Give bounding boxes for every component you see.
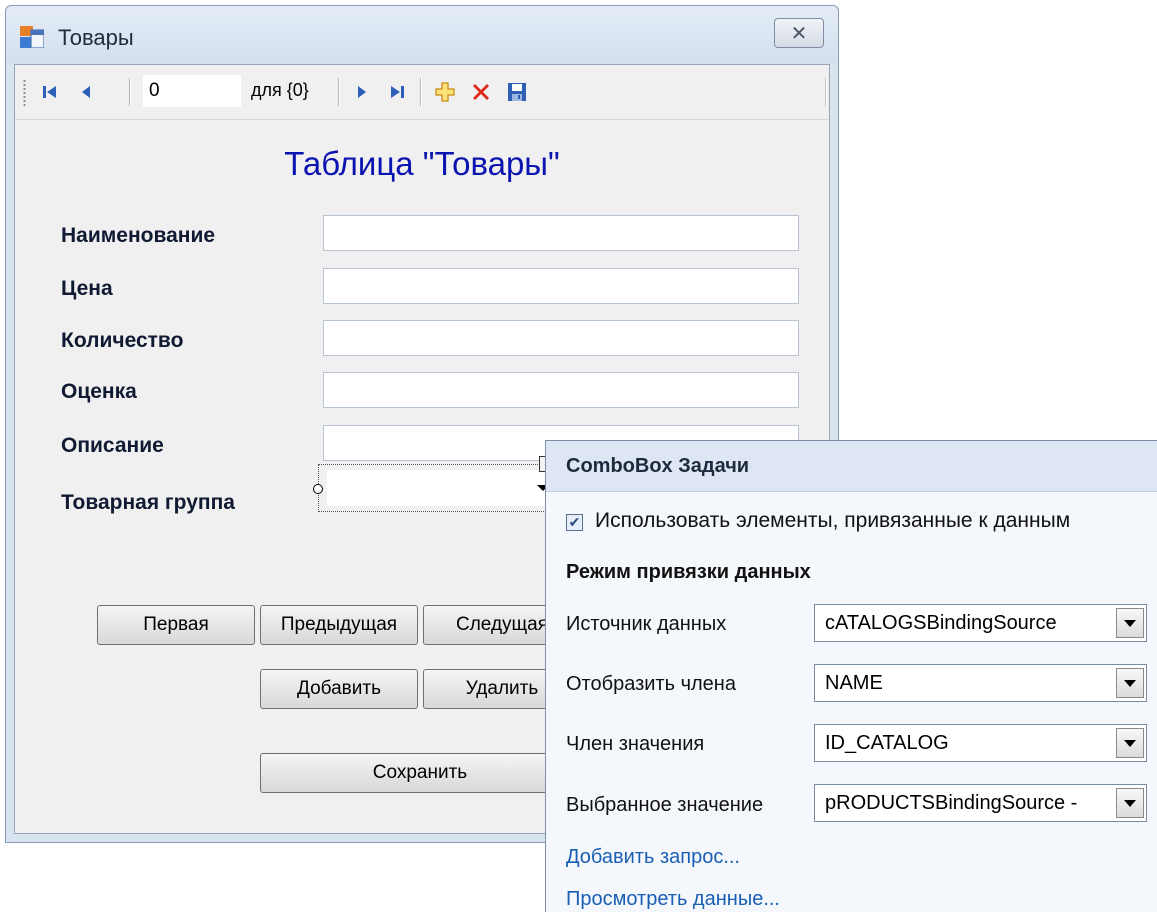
move-last-icon <box>391 86 404 98</box>
chevron-down-icon[interactable] <box>1116 668 1144 698</box>
data-source-value: cATALOGSBindingSource <box>825 612 1057 634</box>
window-title: Товары <box>58 25 134 50</box>
value-member-value: ID_CATALOG <box>825 732 949 754</box>
combobox-tasks-panel: ComboBox Задачи ✔ Использовать элементы,… <box>545 440 1157 912</box>
rating-input[interactable] <box>323 372 799 408</box>
rating-label: Оценка <box>61 380 137 403</box>
title-bar[interactable]: Товары ✕ <box>6 6 838 64</box>
move-next-icon <box>358 86 366 98</box>
selected-value-label: Выбранное значение <box>566 794 764 816</box>
toolstrip-edge <box>825 78 827 106</box>
move-first-button[interactable] <box>37 78 63 106</box>
value-member-select[interactable]: ID_CATALOG <box>814 724 1147 762</box>
panel-header: ComboBox Задачи <box>546 441 1157 492</box>
name-label: Наименование <box>61 224 216 247</box>
toolstrip-separator <box>420 78 422 106</box>
add-query-link[interactable]: Добавить запрос... <box>566 846 740 869</box>
add-new-button[interactable] <box>431 78 459 106</box>
move-last-button[interactable] <box>384 78 410 106</box>
use-bound-items-label[interactable]: Использовать элементы, привязанные к дан… <box>595 509 1070 533</box>
value-member-label: Член значения <box>566 733 705 755</box>
binding-navigator: для {0} <box>15 65 829 120</box>
product-group-combobox[interactable] <box>327 470 557 506</box>
chevron-down-icon[interactable] <box>1116 728 1144 758</box>
move-first-icon <box>43 86 56 98</box>
close-icon: ✕ <box>790 22 808 45</box>
price-input[interactable] <box>323 268 799 304</box>
toolstrip-separator <box>338 78 340 106</box>
quantity-label: Количество <box>61 329 184 352</box>
count-label: для {0} <box>251 80 309 100</box>
add-plus-icon <box>435 82 455 102</box>
name-input[interactable] <box>323 215 799 251</box>
save-button[interactable] <box>503 78 531 106</box>
preview-data-link[interactable]: Просмотреть данные... <box>566 888 780 911</box>
display-member-select[interactable]: NAME <box>814 664 1147 702</box>
use-bound-items-checkbox[interactable]: ✔ <box>566 514 583 531</box>
toolstrip-separator <box>129 78 131 106</box>
description-label: Описание <box>61 434 164 457</box>
binding-mode-heading: Режим привязки данных <box>566 561 811 583</box>
selected-value-value: pRODUCTSBindingSource - <box>825 792 1078 814</box>
first-button[interactable]: Первая <box>97 605 255 645</box>
form-icon <box>20 26 44 48</box>
price-label: Цена <box>61 277 113 300</box>
add-button[interactable]: Добавить <box>260 669 418 709</box>
chevron-down-icon[interactable] <box>1116 788 1144 818</box>
delete-x-icon <box>473 84 489 100</box>
previous-button[interactable]: Предыдущая <box>260 605 418 645</box>
position-input[interactable] <box>143 75 241 107</box>
product-group-label: Товарная группа <box>61 491 235 514</box>
close-button[interactable]: ✕ <box>774 18 824 48</box>
chevron-down-icon[interactable] <box>1116 608 1144 638</box>
form-heading: Таблица "Товары" <box>284 145 560 182</box>
quantity-input[interactable] <box>323 320 799 356</box>
selected-value-select[interactable]: pRODUCTSBindingSource - <box>814 784 1147 822</box>
resize-handle-icon[interactable] <box>313 484 323 494</box>
panel-title: ComboBox Задачи <box>566 455 750 477</box>
data-source-label: Источник данных <box>566 613 727 635</box>
checkmark-icon: ✔ <box>568 514 581 530</box>
data-source-select[interactable]: cATALOGSBindingSource <box>814 604 1147 642</box>
move-next-button[interactable] <box>349 78 375 106</box>
toolstrip-grip-icon[interactable] <box>23 79 26 107</box>
move-previous-button[interactable] <box>73 78 99 106</box>
save-disk-icon <box>508 83 526 101</box>
display-member-value: NAME <box>825 672 883 694</box>
delete-button[interactable] <box>467 78 495 106</box>
move-previous-icon <box>82 86 90 98</box>
display-member-label: Отобразить члена <box>566 673 736 695</box>
save-form-button[interactable]: Сохранить <box>260 753 580 793</box>
